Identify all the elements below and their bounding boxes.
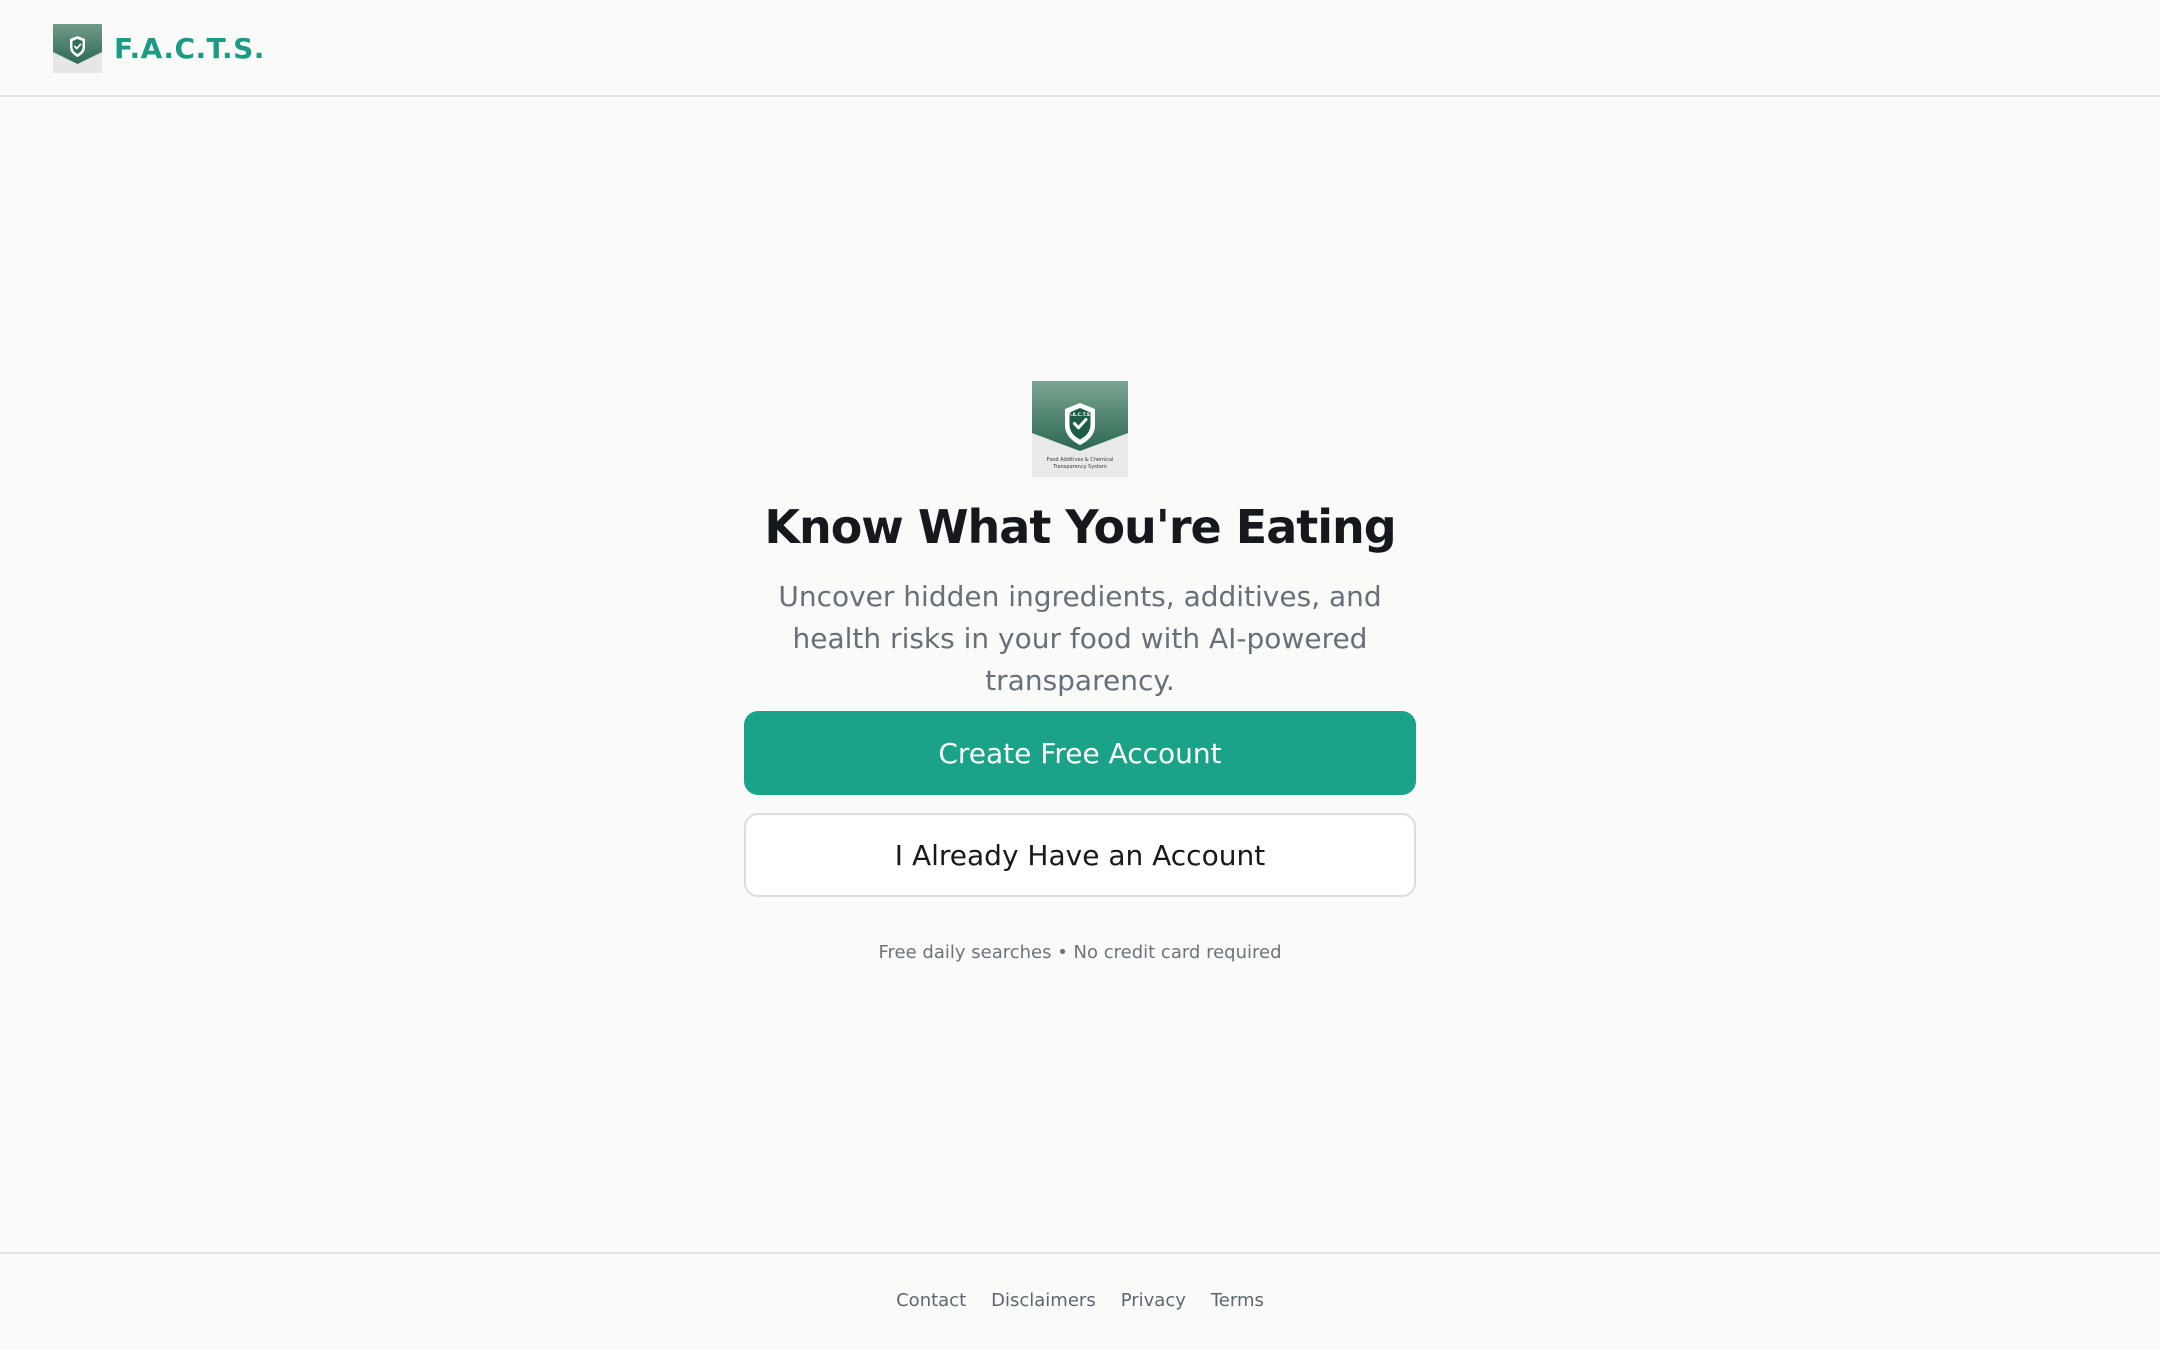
footer: Contact Disclaimers Privacy Terms — [0, 1252, 2160, 1350]
footer-link-privacy[interactable]: Privacy — [1121, 1290, 1186, 1311]
footer-links: Contact Disclaimers Privacy Terms — [0, 1290, 2160, 1311]
footer-link-terms[interactable]: Terms — [1211, 1290, 1264, 1311]
brand-name: F.A.C.T.S. — [114, 31, 265, 65]
hero-subtitle: Uncover hidden ingredients, additives, a… — [778, 580, 1382, 697]
logo-caption-line1: Food Additives & Chemical — [1047, 457, 1114, 463]
hero-section: F.A.C.T.S. Food Additives & Chemical Tra… — [0, 97, 2160, 1252]
logo-caption-line2: Transparency System — [1052, 464, 1107, 470]
top-bar: F.A.C.T.S. — [0, 0, 2160, 97]
shield-check-logo-icon: F.A.C.T.S. Food Additives & Chemical Tra… — [1032, 381, 1128, 477]
login-button[interactable]: I Already Have an Account — [744, 813, 1416, 897]
brand-home-link[interactable]: F.A.C.T.S. — [53, 23, 265, 73]
footer-link-disclaimers[interactable]: Disclaimers — [991, 1290, 1096, 1311]
logo-badge-text: F.A.C.T.S. — [1068, 412, 1092, 418]
create-account-button[interactable]: Create Free Account — [744, 711, 1416, 795]
shield-logo-icon — [53, 23, 102, 73]
footer-link-contact[interactable]: Contact — [896, 1290, 966, 1311]
pricing-note: Free daily searches • No credit card req… — [878, 942, 1282, 963]
page-title: Know What You're Eating — [764, 500, 1396, 554]
